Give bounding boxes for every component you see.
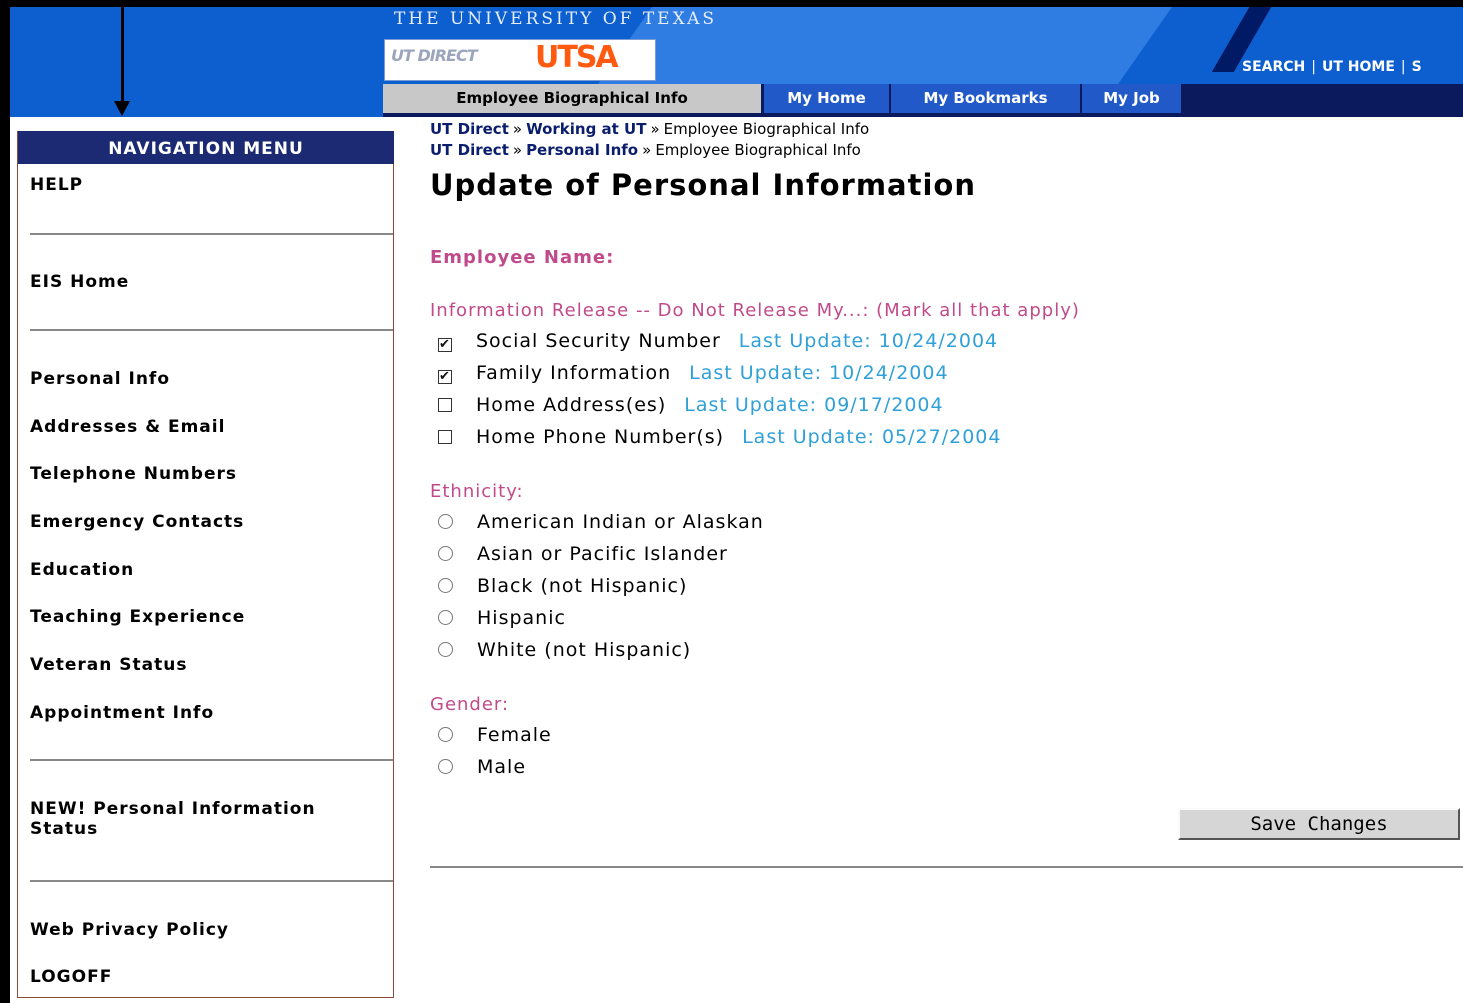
tab-employee-biographical-info[interactable]: Employee Biographical Info <box>383 84 761 113</box>
save-changes-button[interactable]: Save Changes <box>1178 808 1460 840</box>
family-info-checkbox[interactable]: ✔ <box>438 370 452 384</box>
release-option-home-phone: Home Phone Number(s) Last Update: 05/27/2… <box>438 426 1001 448</box>
ethnicity-option: White (not Hispanic) <box>438 639 691 661</box>
ethnicity-radio[interactable] <box>438 546 453 561</box>
nav-item-eis-home[interactable]: EIS Home <box>30 272 129 292</box>
breadcrumb-separator: » <box>650 120 660 138</box>
ethnicity-option: Black (not Hispanic) <box>438 575 687 597</box>
annotation-arrow-shaft <box>121 0 124 104</box>
breadcrumb-link-working-at-ut[interactable]: Working at UT <box>526 120 646 138</box>
breadcrumb-separator: » <box>512 120 523 138</box>
home-address-checkbox[interactable] <box>438 398 452 412</box>
gender-option: Male <box>438 756 526 778</box>
ethnicity-option: Hispanic <box>438 607 566 629</box>
nav-item-teaching-experience[interactable]: Teaching Experience <box>30 607 245 627</box>
gender-label: Gender: <box>430 694 510 715</box>
ethnicity-option-label: White (not Hispanic) <box>477 639 692 661</box>
annotation-arrow-down-icon <box>114 101 130 116</box>
ethnicity-radio[interactable] <box>438 514 453 529</box>
nav-item-label: Status <box>30 819 99 839</box>
info-release-label: Information Release -- Do Not Release My… <box>430 300 1080 321</box>
home-phone-label: Home Phone Number(s) <box>476 426 725 448</box>
breadcrumb-separator: » <box>642 141 652 159</box>
gender-option-label: Female <box>477 724 552 746</box>
ethnicity-option-label: American Indian or Alaskan <box>477 511 764 533</box>
page-title: Update of Personal Information <box>430 168 976 202</box>
tab-my-bookmarks[interactable]: My Bookmarks <box>890 84 1080 113</box>
release-option-home-address: Home Address(es) Last Update: 09/17/2004 <box>438 394 944 416</box>
nav-item-emergency-contacts[interactable]: Emergency Contacts <box>30 512 244 532</box>
content-divider <box>430 866 1463 868</box>
gender-option: Female <box>438 724 552 746</box>
home-phone-checkbox[interactable] <box>438 430 452 444</box>
window-frame-left <box>0 0 10 1003</box>
university-title: THE UNIVERSITY OF TEXAS <box>394 9 718 29</box>
gender-radio[interactable] <box>438 727 453 742</box>
nav-item-label: NEW! Personal Information <box>30 799 316 819</box>
top-links: SEARCH | UT HOME | S <box>1242 59 1422 75</box>
ssn-label: Social Security Number <box>476 330 721 352</box>
family-info-last-update: Last Update: 10/24/2004 <box>689 362 949 384</box>
breadcrumb: UT Direct» Working at UT» Employee Biograp… <box>430 120 869 138</box>
ethnicity-option: Asian or Pacific Islander <box>438 543 728 565</box>
nav-menu-header: NAVIGATION MENU <box>18 131 394 164</box>
home-address-last-update: Last Update: 09/17/2004 <box>684 394 944 416</box>
home-address-label: Home Address(es) <box>476 394 667 416</box>
ethnicity-option-label: Asian or Pacific Islander <box>477 543 728 565</box>
link-separator: | <box>1311 59 1316 75</box>
ssn-last-update: Last Update: 10/24/2004 <box>738 330 999 352</box>
utdirect-logo-text: UT DIRECT <box>391 46 478 65</box>
nav-divider <box>30 759 393 761</box>
nav-item-personal-information-status[interactable]: NEW! Personal Information Status <box>30 799 316 839</box>
utdirect-utsa-logo[interactable]: UT DIRECT UTSA <box>384 39 656 81</box>
breadcrumb-link-ut-direct[interactable]: UT Direct <box>430 141 509 159</box>
ssn-checkbox[interactable]: ✔ <box>438 338 452 352</box>
nav-item-web-privacy-policy[interactable]: Web Privacy Policy <box>30 920 229 940</box>
breadcrumb-separator: » <box>512 141 523 159</box>
release-option-ssn: ✔ Social Security Number Last Update: 10/2… <box>438 330 998 352</box>
utsa-logo-text: UTSA <box>535 40 619 75</box>
gender-radio[interactable] <box>438 759 453 774</box>
ethnicity-option-label: Hispanic <box>477 607 566 629</box>
check-mark-icon: ✔ <box>439 337 451 352</box>
breadcrumb-link-personal-info[interactable]: Personal Info <box>526 141 638 159</box>
family-info-label: Family Information <box>476 362 672 384</box>
ethnicity-option: American Indian or Alaskan <box>438 511 764 533</box>
search-link[interactable]: SEARCH <box>1242 59 1305 75</box>
breadcrumb-current: Employee Biographical Info <box>663 120 870 138</box>
nav-item-education[interactable]: Education <box>30 560 134 580</box>
truncated-link[interactable]: S <box>1412 59 1422 75</box>
link-separator: | <box>1400 59 1406 75</box>
nav-item-logoff[interactable]: LOGOFF <box>30 967 112 987</box>
nav-divider <box>30 880 393 882</box>
ethnicity-label: Ethnicity: <box>430 481 524 502</box>
nav-item-help[interactable]: HELP <box>30 175 83 195</box>
window-frame-top <box>0 0 1463 7</box>
employee-name-label: Employee Name: <box>430 247 615 268</box>
ethnicity-radio[interactable] <box>438 610 453 625</box>
check-mark-icon: ✔ <box>439 369 451 384</box>
tab-my-job[interactable]: My Job <box>1081 84 1181 113</box>
release-option-family: ✔ Family Information Last Update: 10/24/20… <box>438 362 949 384</box>
nav-item-personal-info[interactable]: Personal Info <box>30 369 170 389</box>
breadcrumb-link-ut-direct[interactable]: UT Direct <box>430 120 509 138</box>
breadcrumb-current: Employee Biographical Info <box>655 141 861 159</box>
nav-item-veteran-status[interactable]: Veteran Status <box>30 655 187 675</box>
nav-divider <box>30 233 393 235</box>
navigation-menu: NAVIGATION MENU HELP EIS Home Personal I… <box>17 131 394 998</box>
ethnicity-radio[interactable] <box>438 642 453 657</box>
ethnicity-radio[interactable] <box>438 578 453 593</box>
nav-item-addresses-email[interactable]: Addresses & Email <box>30 417 225 437</box>
nav-divider <box>30 329 393 331</box>
gender-option-label: Male <box>477 756 527 778</box>
nav-item-telephone-numbers[interactable]: Telephone Numbers <box>30 464 237 484</box>
home-phone-last-update: Last Update: 05/27/2004 <box>742 426 1002 448</box>
tab-my-home[interactable]: My Home <box>763 84 889 113</box>
ethnicity-option-label: Black (not Hispanic) <box>477 575 688 597</box>
nav-item-appointment-info[interactable]: Appointment Info <box>30 703 214 723</box>
ut-home-link[interactable]: UT HOME <box>1322 59 1395 75</box>
breadcrumb: UT Direct» Personal Info» Employee Biograp… <box>430 141 861 159</box>
